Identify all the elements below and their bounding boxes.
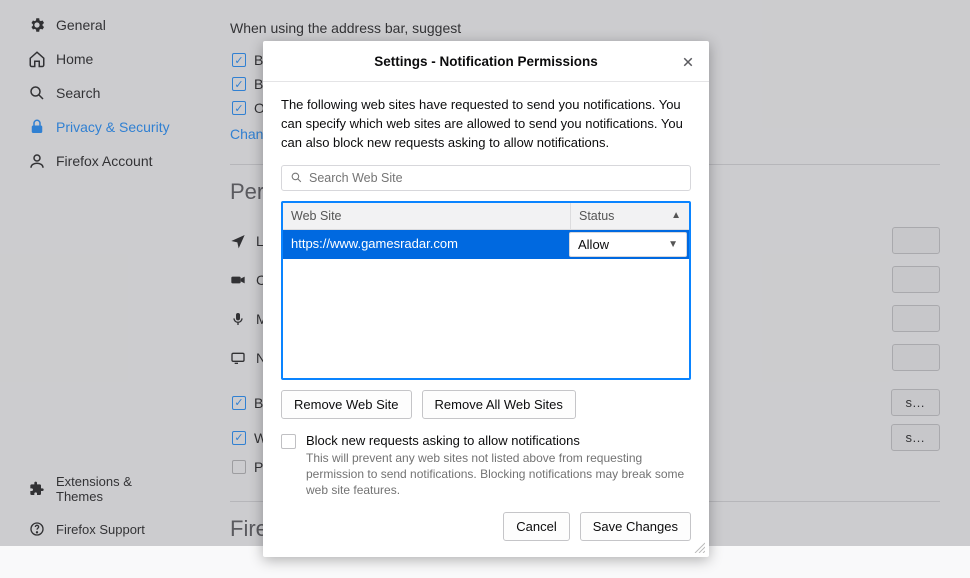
block-requests-label: Block new requests asking to allow notif… [306,433,691,448]
search-input[interactable] [309,171,682,185]
table-row[interactable]: https://www.gamesradar.com Allow ▼ [283,230,689,259]
sites-table: Web Site Status ▲ https://www.gamesradar… [281,201,691,380]
cell-website: https://www.gamesradar.com [283,230,567,259]
table-header: Web Site Status ▲ [283,203,689,230]
sort-caret-icon: ▲ [671,210,681,221]
th-status-label: Status [579,209,614,223]
th-website[interactable]: Web Site [283,203,571,229]
modal-description: The following web sites have requested t… [281,96,691,153]
table-body: https://www.gamesradar.com Allow ▼ [283,230,689,378]
block-requests-desc: This will prevent any web sites not list… [306,450,691,499]
resize-grip-icon[interactable] [693,541,707,555]
chevron-down-icon: ▼ [668,239,678,250]
remove-website-button[interactable]: Remove Web Site [281,390,412,419]
block-requests-checkbox[interactable] [281,434,296,449]
notification-permissions-modal: Settings - Notification Permissions The … [263,41,709,557]
close-icon[interactable] [679,53,697,71]
search-icon [290,171,303,184]
modal-header: Settings - Notification Permissions [263,41,709,82]
cancel-button[interactable]: Cancel [503,512,569,541]
save-changes-button[interactable]: Save Changes [580,512,691,541]
remove-all-button[interactable]: Remove All Web Sites [422,390,576,419]
th-status[interactable]: Status ▲ [571,203,689,229]
modal-title: Settings - Notification Permissions [374,54,598,69]
status-value: Allow [578,237,609,252]
search-field-wrap[interactable] [281,165,691,191]
status-dropdown[interactable]: Allow ▼ [569,232,687,257]
